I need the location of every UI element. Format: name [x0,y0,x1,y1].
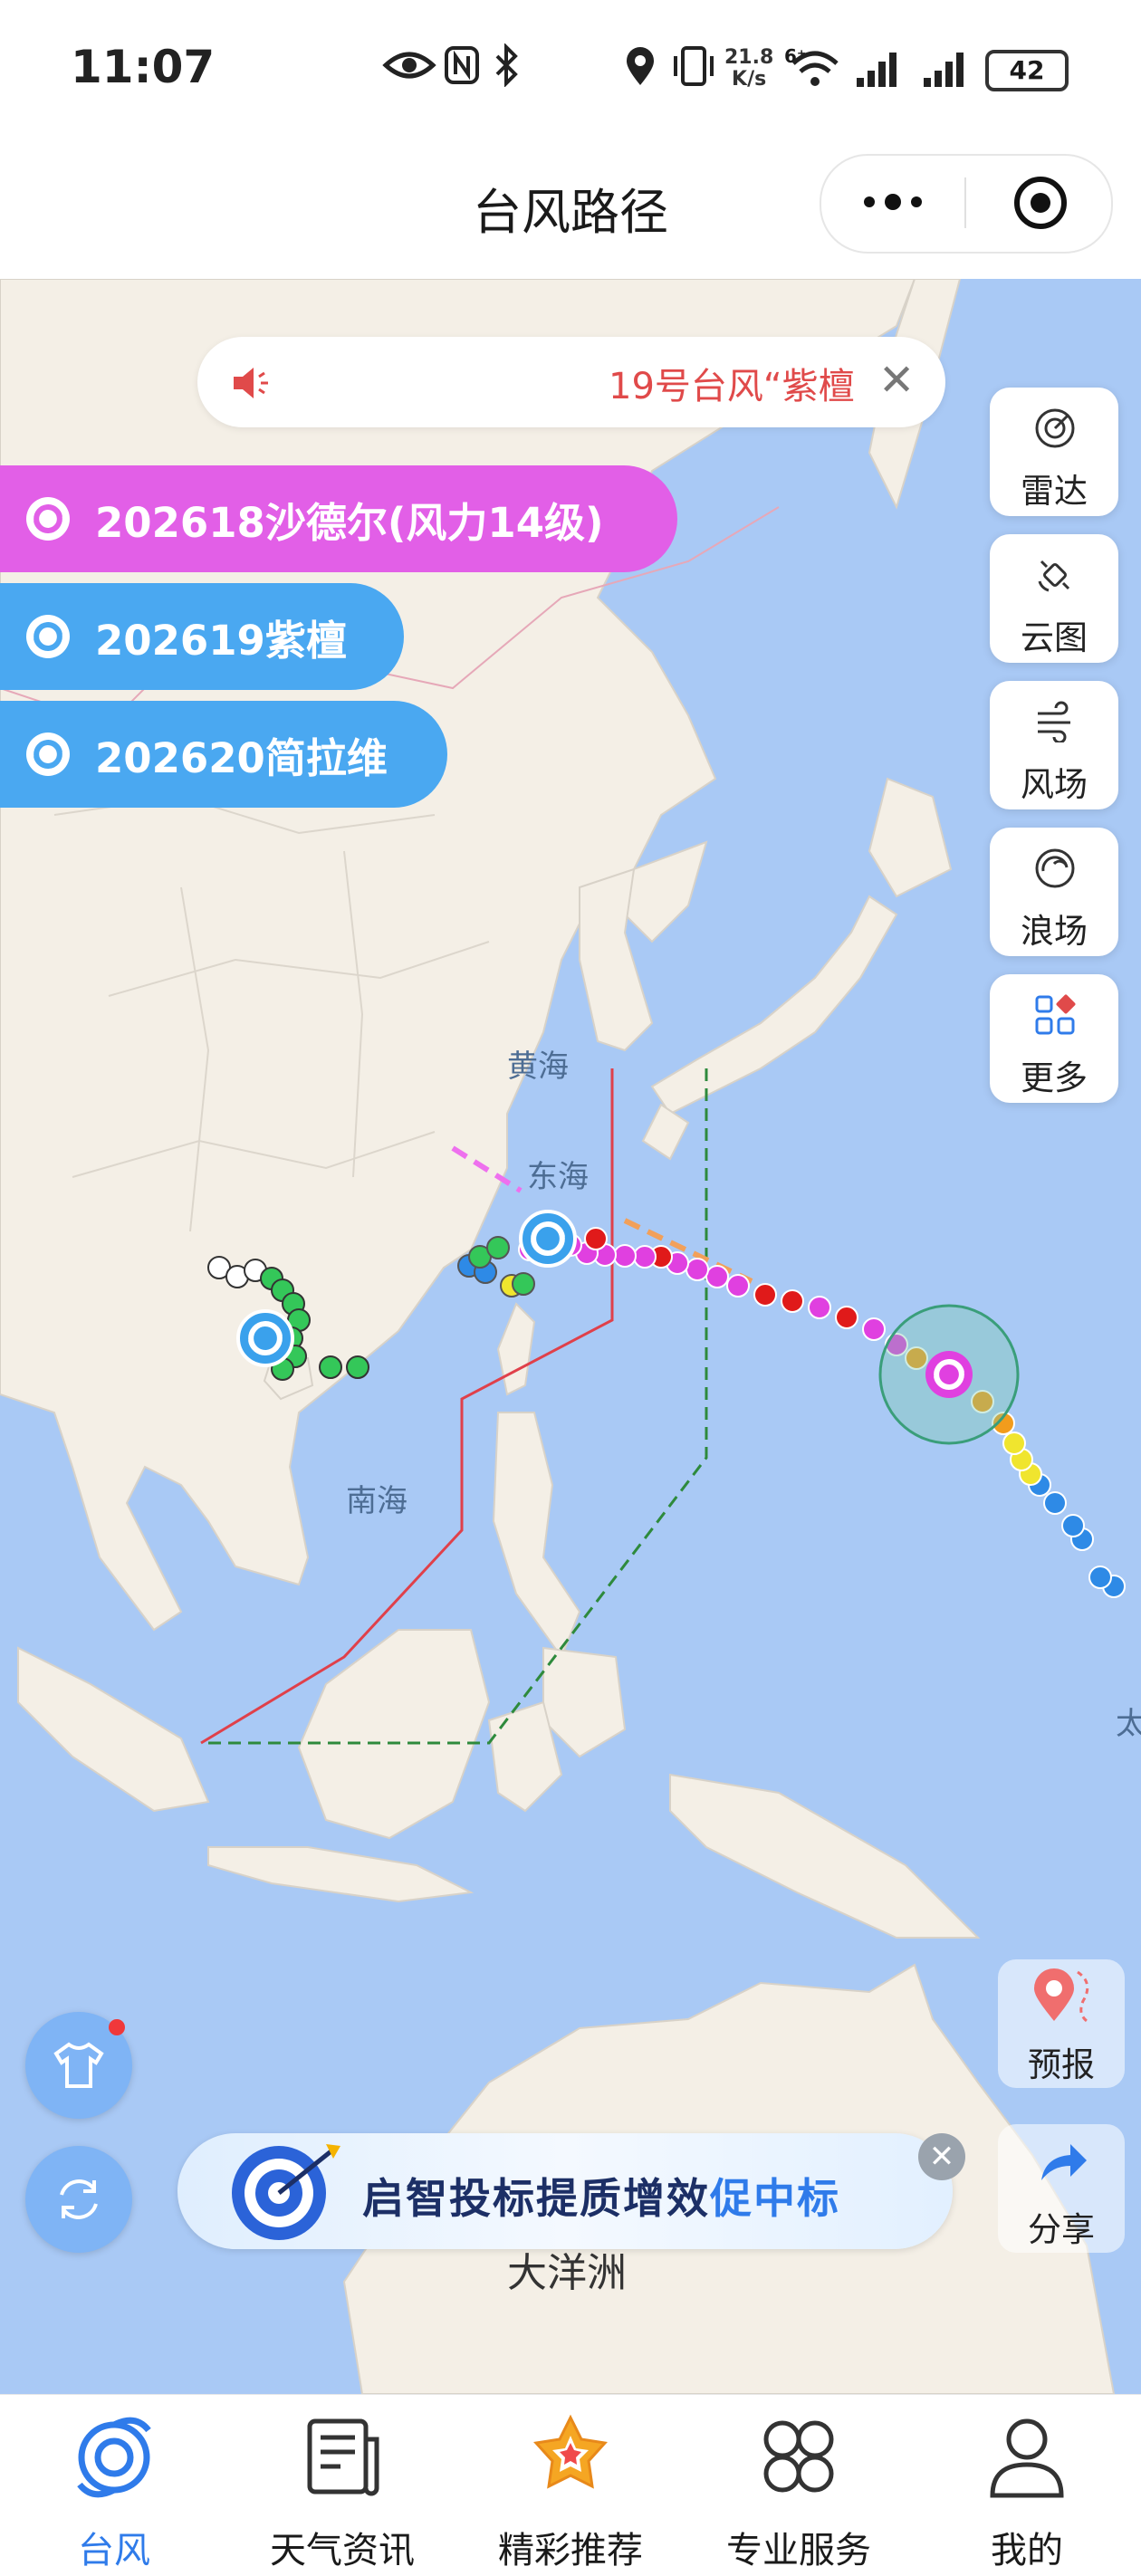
tool-label: 云图 [1021,618,1088,657]
typhoon-icon [26,615,70,658]
skin-button[interactable] [25,2012,132,2119]
tool-label: 风场 [1021,765,1088,804]
capsule-divider [964,177,966,228]
more-grid-icon [1035,994,1076,1035]
notice-close-icon[interactable]: ✕ [878,359,915,402]
news-icon [307,2418,379,2496]
ad-text-main: 启智投标提质增效 [362,2174,710,2223]
share-button[interactable]: 分享 [998,2124,1125,2253]
ad-text-highlight: 促中标 [710,2174,840,2223]
signal-icon-2 [924,53,964,87]
typhoon-chip-202619[interactable]: 202619紫檀 [0,583,404,690]
typhoon-icon [26,497,70,541]
nav-professional[interactable]: 专业服务 [685,2394,913,2575]
bluetooth-icon [495,43,518,87]
nav-label: 精彩推荐 [498,2530,643,2571]
status-time: 11:07 [71,41,216,93]
label-pacific: 太 [1116,1706,1141,1742]
forecast-label: 预报 [1028,2045,1095,2084]
wifi-icon [791,51,839,86]
tool-label: 浪场 [1021,912,1088,951]
forecast-pin-icon [1034,1968,1089,2023]
close-miniprogram-icon[interactable] [1012,175,1069,231]
target-icon [232,2144,340,2240]
tool-more[interactable]: 更多 [990,974,1118,1103]
refresh-button[interactable] [25,2146,132,2253]
user-icon [990,2418,1064,2498]
tool-satellite[interactable]: 云图 [990,534,1118,663]
network-speed: 21.8 K/s [724,47,773,91]
tool-wind[interactable]: 风场 [990,681,1118,809]
radar-icon [1035,408,1075,448]
battery-indicator: 42 [985,50,1069,91]
nav-label: 专业服务 [726,2530,871,2571]
typhoon-marker-202619[interactable] [519,1210,577,1268]
tool-label: 雷达 [1021,472,1088,511]
nav-label: 天气资讯 [270,2530,415,2571]
tool-radar[interactable]: 雷达 [990,388,1118,516]
tool-label: 更多 [1021,1058,1088,1097]
nav-label: 台风 [78,2530,150,2571]
speaker-icon [234,368,268,398]
ad-close-icon[interactable]: ✕ [918,2133,965,2180]
label-yellow-sea: 黄海 [507,1049,569,1085]
notice-text: 19号台风“紫檀 [609,366,855,407]
tshirt-icon [53,2042,104,2088]
typhoon-marker-202618[interactable] [925,1351,973,1398]
nfc-icon [445,46,479,84]
share-icon [1041,2144,1087,2180]
vibrate-icon [674,46,714,86]
nav-recommend[interactable]: 精彩推荐 [456,2394,685,2575]
wave-icon [1035,848,1075,888]
typhoon-marker-202620[interactable] [236,1309,294,1367]
forecast-button[interactable]: 预报 [998,1959,1125,2088]
ad-text: 启智投标提质增效促中标 [362,2166,840,2226]
notification-dot [109,2019,125,2035]
nav-typhoon[interactable]: 台风 [0,2394,228,2575]
typhoon-chip-202620[interactable]: 202620简拉维 [0,701,447,808]
share-label: 分享 [1028,2210,1095,2249]
location-icon [627,47,654,85]
typhoon-nav-icon [77,2417,151,2498]
tool-wave[interactable]: 浪场 [990,828,1118,956]
typhoon-icon [26,733,70,776]
nav-weather-news[interactable]: 天气资讯 [228,2394,456,2575]
typhoon-chip-label: 202619紫檀 [95,616,347,665]
satellite-icon [1038,560,1070,592]
more-options-icon[interactable] [860,188,925,215]
signal-icon-1 [857,53,896,87]
refresh-icon [60,2179,98,2219]
label-east-sea: 东海 [527,1159,589,1195]
wind-icon [1038,701,1070,742]
nav-mine[interactable]: 我的 [913,2394,1141,2575]
services-icon [763,2420,834,2493]
star-badge-icon [533,2414,608,2489]
typhoon-chip-202618[interactable]: 202618沙德尔(风力14级) [0,465,677,572]
net-speed-value: 21.8 [724,46,774,69]
net-speed-unit: K/s [732,68,767,91]
nav-label: 我的 [991,2530,1063,2571]
eye-icon [382,52,436,79]
typhoon-chip-label: 202620简拉维 [95,733,388,782]
label-south-sea: 南海 [346,1483,408,1519]
typhoon-chip-label: 202618沙德尔(风力14级) [95,498,604,547]
